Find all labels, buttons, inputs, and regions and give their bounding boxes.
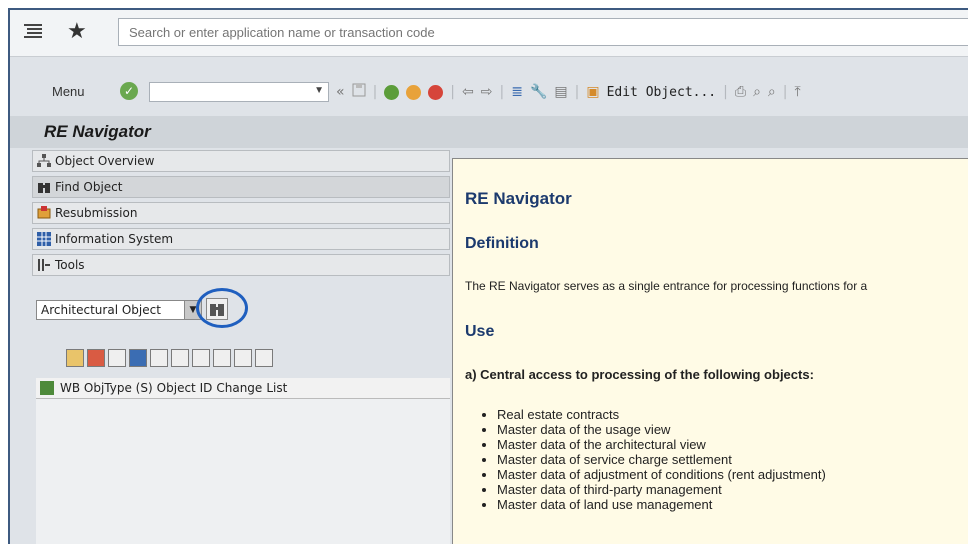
resubmission-icon bbox=[37, 206, 51, 220]
trash-icon[interactable] bbox=[108, 349, 126, 367]
chevron-down-icon[interactable]: ▼ bbox=[314, 85, 324, 96]
use-heading: Use bbox=[465, 323, 495, 340]
table-grid-icon bbox=[37, 232, 51, 246]
funnel-icon[interactable] bbox=[234, 349, 252, 367]
nav-object-overview[interactable]: Object Overview bbox=[32, 150, 450, 172]
definition-text: The RE Navigator serves as a single entr… bbox=[465, 279, 868, 293]
tools-icon bbox=[37, 258, 51, 272]
worklist-toolbar bbox=[36, 346, 450, 376]
object-list: Real estate contracts Master data of the… bbox=[479, 407, 826, 512]
list-item: Master data of the architectural view bbox=[497, 437, 826, 452]
separator: | bbox=[574, 84, 580, 100]
use-subheading: a) Central access to processing of the f… bbox=[465, 367, 814, 382]
screen-icon[interactable]: ▤ bbox=[554, 84, 567, 100]
separator: | bbox=[782, 84, 788, 100]
exit-orange-icon[interactable] bbox=[406, 84, 422, 100]
search-field[interactable] bbox=[118, 18, 968, 46]
binoculars-icon bbox=[37, 180, 51, 194]
separator: | bbox=[450, 84, 456, 100]
application-toolbar: Menu ✓ ▼ « | | ⇦ ⇨ | ≣ 🔧 ▤ | ▣ Edit Obje… bbox=[10, 70, 968, 114]
toolbar-icon-group: « | | ⇦ ⇨ | ≣ 🔧 ▤ | ▣ Edit Object... | ⎙… bbox=[336, 82, 801, 102]
definition-heading: Definition bbox=[465, 235, 539, 252]
find-next-icon[interactable] bbox=[213, 349, 231, 367]
print-icon[interactable] bbox=[150, 349, 168, 367]
column-header[interactable]: Change bbox=[214, 381, 264, 395]
edit-object-icon[interactable]: ▣ bbox=[586, 84, 599, 100]
refresh-icon[interactable] bbox=[129, 349, 147, 367]
separator: | bbox=[372, 84, 378, 100]
menu-button[interactable]: Menu bbox=[52, 84, 85, 99]
nav-label: Tools bbox=[55, 258, 85, 272]
nav-find-object[interactable]: Find Object bbox=[32, 176, 450, 198]
previous-arrow-icon[interactable]: ⇦ bbox=[462, 84, 474, 100]
favorites-star-icon[interactable]: ★ bbox=[67, 19, 87, 44]
back-green-icon[interactable] bbox=[384, 84, 400, 100]
object-type-value: Architectural Object bbox=[41, 303, 161, 317]
separator: | bbox=[723, 84, 728, 100]
grid-header: WB ObjType (S) Object ID Change List bbox=[36, 378, 450, 399]
worklist-icon-group bbox=[66, 349, 273, 367]
nav-tools[interactable]: Tools bbox=[32, 254, 450, 276]
hierarchy-icon bbox=[37, 154, 51, 168]
binoculars-icon[interactable] bbox=[192, 349, 210, 367]
list-icon[interactable]: ≣ bbox=[511, 84, 523, 100]
save-icon[interactable] bbox=[352, 83, 366, 101]
double-left-icon[interactable]: « bbox=[336, 84, 345, 100]
first-page-icon[interactable]: ⤒ bbox=[794, 84, 800, 100]
layout-icon[interactable] bbox=[255, 349, 273, 367]
object-type-select[interactable]: Architectural Object ▼ bbox=[36, 300, 202, 320]
page-title: RE Navigator bbox=[44, 122, 151, 141]
sap-window: ★ Menu ✓ ▼ « | | ⇦ ⇨ | ≣ 🔧 ▤ | ▣ Edit Ob… bbox=[8, 8, 968, 544]
nav-label: Find Object bbox=[55, 180, 123, 194]
filter-icon[interactable] bbox=[171, 349, 189, 367]
separator: | bbox=[499, 84, 505, 100]
print-icon[interactable]: ⎙ bbox=[735, 84, 746, 100]
column-header[interactable]: WB ObjType (S) bbox=[58, 381, 155, 395]
help-panel: RE Navigator Definition The RE Navigator… bbox=[452, 158, 968, 544]
wrench-icon[interactable]: 🔧 bbox=[530, 84, 547, 100]
highlight-circle bbox=[196, 288, 248, 328]
nav-information-system[interactable]: Information System bbox=[32, 228, 450, 250]
title-bar: RE Navigator bbox=[10, 116, 968, 148]
find-icon[interactable]: ⌕ bbox=[753, 84, 761, 100]
delete-layout-icon[interactable] bbox=[87, 349, 105, 367]
list-item: Master data of third-party management bbox=[497, 482, 826, 497]
cancel-red-icon[interactable] bbox=[428, 84, 444, 100]
find-next-icon[interactable]: ⌕ bbox=[768, 84, 776, 100]
list-item: Master data of land use management bbox=[497, 497, 826, 512]
column-header[interactable]: Object ID bbox=[155, 381, 215, 395]
column-header[interactable]: List bbox=[264, 381, 289, 395]
nav-label: Resubmission bbox=[55, 206, 138, 220]
help-title: RE Navigator bbox=[465, 189, 572, 208]
next-arrow-icon[interactable]: ⇨ bbox=[481, 84, 493, 100]
save-layout-icon[interactable] bbox=[66, 349, 84, 367]
search-input[interactable] bbox=[119, 19, 968, 45]
top-search-bar: ★ bbox=[10, 10, 968, 57]
select-all-icon[interactable] bbox=[40, 381, 54, 395]
nav-resubmission[interactable]: Resubmission bbox=[32, 202, 450, 224]
nav-label: Object Overview bbox=[55, 154, 155, 168]
navigation-panel: Object Overview Find Object Resubmission… bbox=[32, 150, 450, 544]
worklist-grid: WB ObjType (S) Object ID Change List bbox=[36, 378, 450, 544]
list-item: Real estate contracts bbox=[497, 407, 826, 422]
list-item: Master data of service charge settlement bbox=[497, 452, 826, 467]
list-item: Master data of adjustment of conditions … bbox=[497, 467, 826, 482]
nav-label: Information System bbox=[55, 232, 174, 246]
list-item: Master data of the usage view bbox=[497, 422, 826, 437]
enter-check-icon[interactable]: ✓ bbox=[120, 82, 138, 100]
command-field[interactable]: ▼ bbox=[149, 82, 329, 102]
menu-list-icon[interactable] bbox=[24, 24, 42, 45]
edit-object-button[interactable]: Edit Object... bbox=[607, 85, 717, 100]
